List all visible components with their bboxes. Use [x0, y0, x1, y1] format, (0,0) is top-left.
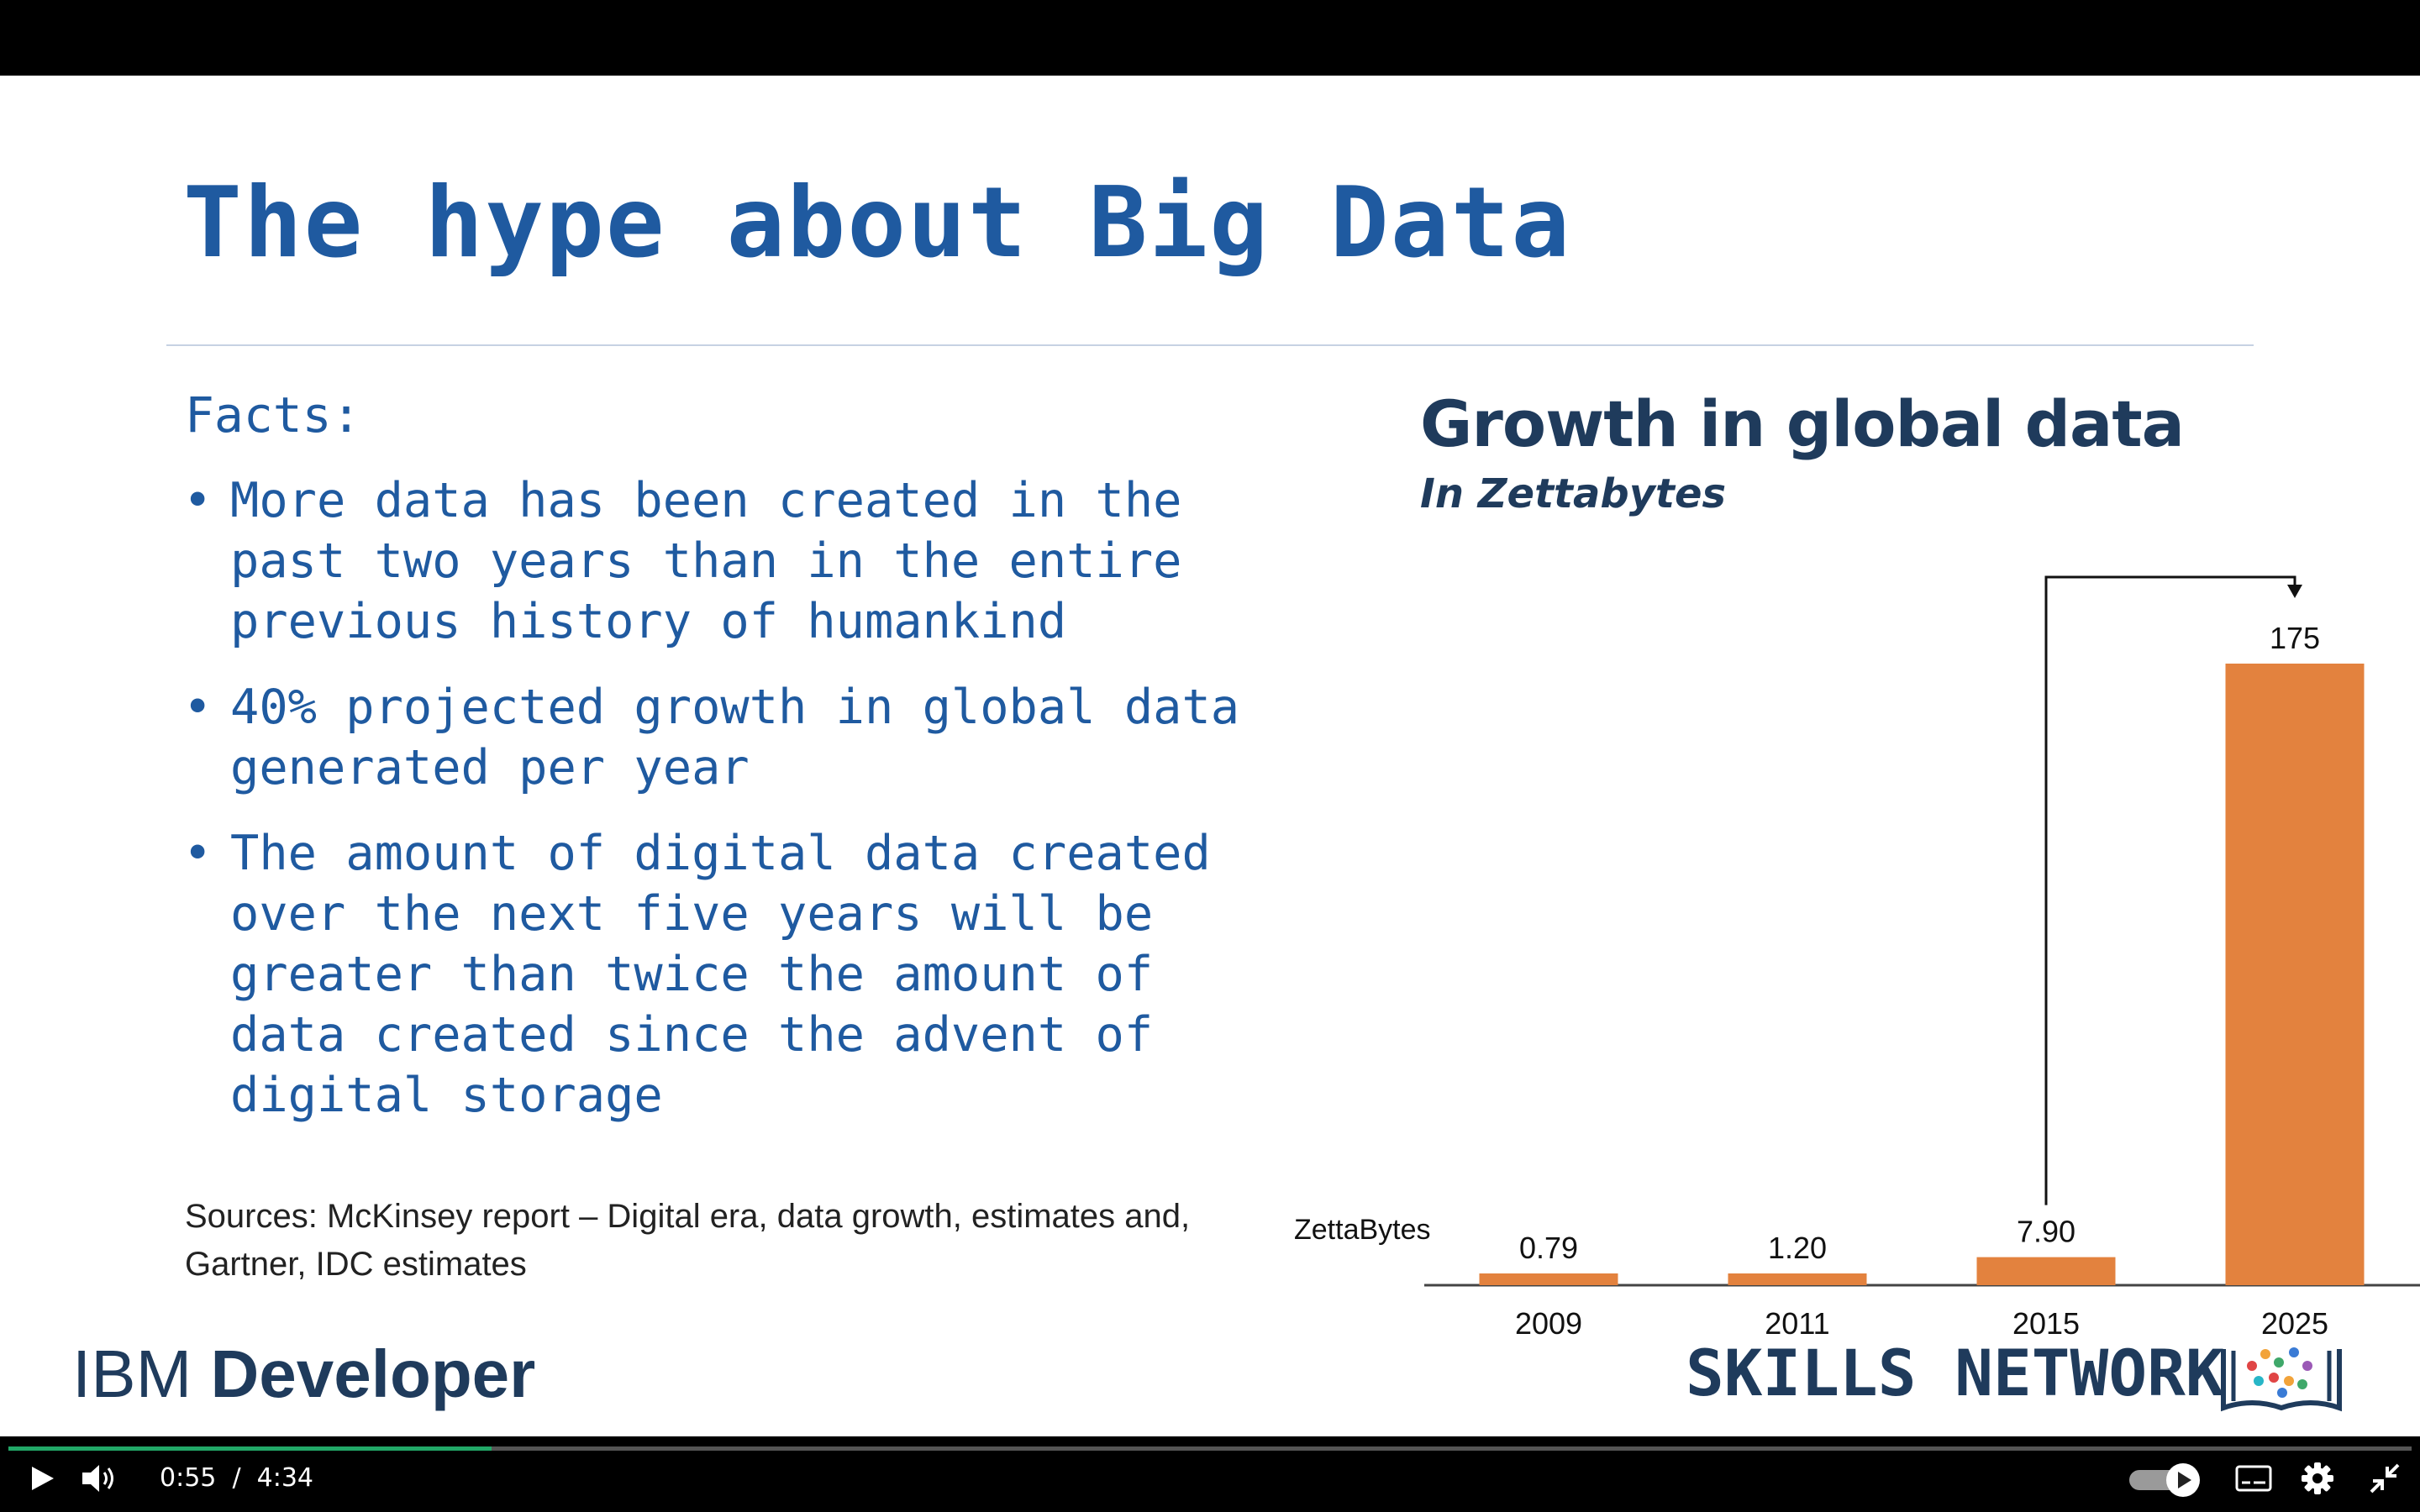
value-label-2011: 1.20 — [1768, 1231, 1827, 1265]
exit-fullscreen-icon[interactable] — [2368, 1462, 2402, 1495]
value-label-2009: 0.79 — [1519, 1231, 1578, 1265]
fact-item: • More data has been created in the past … — [183, 470, 1292, 652]
fact-item: • The amount of digital data created over… — [183, 823, 1292, 1126]
current-time: 0:55 — [160, 1463, 217, 1493]
video-player-controls: 0:55 / 4:34 — [0, 1436, 2420, 1512]
ibm-logo-prefix: IBM — [72, 1336, 192, 1411]
bar-chart: ZettaBytes 0.79 1.20 7.90175 2009 2011 2015 2… — [1294, 575, 2420, 1341]
bullet-icon: • — [183, 473, 213, 528]
facts-list: • More data has been created in the past … — [183, 470, 1292, 1151]
duration: 4:34 — [256, 1463, 314, 1493]
captions-icon[interactable] — [2235, 1465, 2272, 1492]
presentation-slide: The hype about Big Data Facts: • More dat… — [0, 76, 2420, 1436]
fact-text: More data has been created in the past t… — [230, 473, 1182, 649]
video-progress-fill — [8, 1446, 492, 1451]
fact-item: • 40% projected growth in global data gen… — [183, 677, 1292, 798]
volume-icon[interactable] — [81, 1462, 119, 1495]
growth-arrow-head — [2287, 585, 2302, 598]
x-tick-2025: 2025 — [2261, 1306, 2328, 1341]
time-separator: / — [232, 1463, 241, 1493]
value-label-2025: 175 — [2270, 621, 2320, 655]
fact-text: The amount of digital data created over … — [230, 826, 1211, 1123]
value-label-2015: 7.90 — [2017, 1215, 2075, 1249]
x-tick-2009: 2009 — [1515, 1306, 1582, 1341]
bar-2025 — [2225, 664, 2365, 1285]
bar-2009 — [1479, 1273, 1618, 1285]
ibm-logo-name: Developer — [210, 1336, 536, 1411]
bar-2011 — [1728, 1273, 1867, 1285]
play-icon[interactable] — [27, 1463, 57, 1494]
sources-note: Sources: McKinsey report – Digital era, … — [185, 1198, 1191, 1283]
skills-network-icon — [2221, 1347, 2342, 1412]
skills-network-logo: SKILLS NETWORK — [1686, 1336, 2224, 1410]
slide-title: The hype about Big Data — [183, 166, 1572, 280]
video-time: 0:55 / 4:34 — [160, 1463, 313, 1493]
bullet-icon: • — [183, 680, 213, 735]
autoplay-toggle[interactable] — [2128, 1462, 2203, 1499]
fact-text: 40% projected growth in global data gene… — [230, 680, 1240, 795]
ibm-developer-logo: IBM Developer — [72, 1336, 535, 1413]
top-letterbox-bar — [0, 0, 2420, 76]
bar-2015 — [1976, 1257, 2116, 1285]
title-divider — [166, 344, 2254, 346]
settings-icon[interactable] — [2301, 1462, 2334, 1495]
video-progress-bar[interactable] — [8, 1446, 2412, 1451]
y-axis-label: ZettaBytes — [1294, 1214, 1431, 1246]
facts-heading: Facts: — [185, 386, 361, 444]
bullet-icon: • — [183, 826, 213, 881]
